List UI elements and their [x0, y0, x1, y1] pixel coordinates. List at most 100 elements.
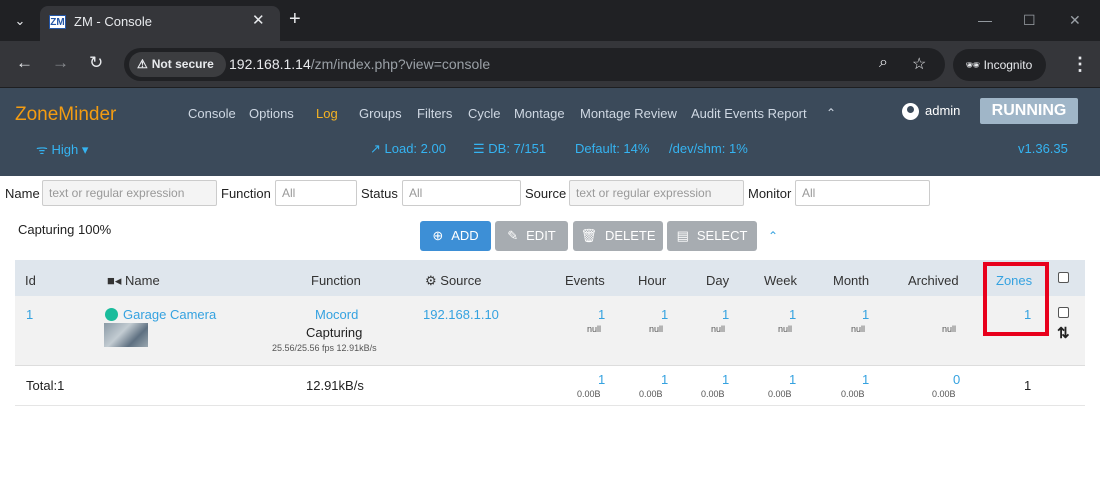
col-name[interactable]: ■◂ Name — [107, 273, 160, 289]
url-text[interactable]: 192.168.1.14/zm/index.php?view=console — [229, 56, 490, 72]
version-link[interactable]: v1.36.35 — [1018, 141, 1068, 156]
monitor-function[interactable]: Mocord — [315, 307, 358, 322]
zm-logo[interactable]: ZoneMinder — [15, 104, 116, 126]
hour-size: null — [649, 324, 664, 334]
zones-highlight-box — [983, 262, 1049, 336]
incognito-label: Incognito — [983, 58, 1033, 72]
total-day-count[interactable]: 1 — [722, 372, 729, 387]
menu-cycle[interactable]: Cycle — [468, 106, 501, 121]
menu-groups[interactable]: Groups — [359, 106, 402, 121]
collapse-menu-chevron-icon[interactable]: ⌃ — [826, 106, 836, 120]
minimize-icon[interactable]: — — [978, 11, 992, 29]
monitor-thumbnail[interactable] — [104, 323, 148, 347]
user-menu[interactable]: admin — [902, 103, 960, 121]
col-hour[interactable]: Hour — [638, 273, 666, 288]
col-week[interactable]: Week — [764, 273, 797, 288]
window-close-icon[interactable]: ✕ — [1069, 11, 1081, 29]
not-secure-label: Not secure — [151, 57, 214, 71]
menu-montage[interactable]: Montage — [514, 106, 565, 121]
source-filter-input[interactable]: text or regular expression — [569, 180, 744, 206]
db-value: DB: 7/151 — [488, 141, 547, 156]
monitor-id[interactable]: 1 — [26, 307, 33, 322]
reorder-arrows-icon[interactable]: ⇅ — [1057, 324, 1070, 342]
bookmark-star-icon[interactable]: ☆ — [912, 54, 926, 74]
browser-tab-bar: ⌄ ZM ZM - Console ✕ + — ☐ ✕ — [0, 0, 1100, 41]
new-tab-plus-icon[interactable]: + — [289, 8, 301, 30]
tab-close-icon[interactable]: ✕ — [252, 11, 265, 29]
total-archived-count[interactable]: 0 — [953, 372, 960, 387]
edit-button[interactable]: ✎ EDIT — [495, 221, 568, 251]
total-label: Total:1 — [26, 378, 65, 393]
total-month-count[interactable]: 1 — [862, 372, 869, 387]
monitor-table-header: Id ■◂ Name Function ⚙ Source Events Hour… — [15, 260, 1085, 296]
maximize-icon[interactable]: ☐ — [1023, 11, 1036, 29]
month-count[interactable]: 1 — [862, 307, 869, 322]
browser-menu-icon[interactable]: ⋮ — [1071, 54, 1089, 75]
reload-icon[interactable]: ↻ — [89, 52, 103, 74]
bandwidth-dropdown[interactable]: ᯤ High ▾ — [36, 140, 88, 158]
select-button[interactable]: ▤ SELECT — [667, 221, 757, 251]
select-all-checkbox[interactable] — [1058, 272, 1069, 283]
menu-filters[interactable]: Filters — [417, 106, 452, 121]
trend-icon: ↗ — [370, 141, 385, 156]
total-hour-count[interactable]: 1 — [661, 372, 668, 387]
function-filter-select[interactable]: All — [275, 180, 357, 206]
edit-label: EDIT — [526, 228, 556, 243]
col-month[interactable]: Month — [833, 273, 869, 288]
monitor-status: Capturing — [306, 325, 363, 340]
delete-button[interactable]: 🗑 DELETE — [573, 221, 663, 251]
bandwidth-value: High — [51, 142, 79, 157]
week-size: null — [778, 324, 793, 334]
load-value: Load: 2.00 — [384, 141, 446, 156]
row-checkbox[interactable] — [1058, 307, 1069, 318]
address-bar[interactable]: ⚠ Not secure 192.168.1.14/zm/index.php?vi… — [124, 48, 945, 81]
user-avatar-icon — [902, 103, 919, 121]
total-hour-size: 0.00B — [639, 389, 663, 399]
menu-montage-review[interactable]: Montage Review — [580, 106, 677, 121]
total-bandwidth: 12.91kB/s — [306, 378, 364, 393]
col-id[interactable]: Id — [25, 273, 36, 288]
back-arrow-icon[interactable]: ← — [16, 52, 33, 74]
status-filter-select[interactable]: All — [402, 180, 521, 206]
monitor-filter-select[interactable]: All — [795, 180, 930, 206]
add-button[interactable]: ⊕ ADD — [420, 221, 491, 251]
tab-search-chevron-icon[interactable]: ⌄ — [8, 9, 32, 33]
menu-console[interactable]: Console — [188, 106, 236, 121]
col-day[interactable]: Day — [706, 273, 729, 288]
col-archived[interactable]: Archived — [908, 273, 959, 288]
forward-arrow-icon[interactable]: → — [52, 52, 69, 74]
hour-count[interactable]: 1 — [661, 307, 668, 322]
menu-log[interactable]: Log — [316, 106, 338, 121]
total-week-count[interactable]: 1 — [789, 372, 796, 387]
col-source[interactable]: ⚙ Source — [425, 273, 481, 289]
monitor-name[interactable]: Garage Camera — [105, 307, 216, 322]
run-state-button[interactable]: RUNNING — [980, 98, 1078, 124]
shm-stat: /dev/shm: 1% — [669, 141, 748, 156]
col-function[interactable]: Function — [311, 273, 361, 288]
events-count[interactable]: 1 — [598, 307, 605, 322]
day-count[interactable]: 1 — [722, 307, 729, 322]
menu-audit-events-report[interactable]: Audit Events Report — [691, 106, 807, 121]
wifi-icon: ᯤ — [36, 142, 52, 157]
events-size: null — [587, 324, 602, 334]
select-label: SELECT — [696, 228, 748, 243]
url-path: /zm/index.php?view=console — [310, 56, 491, 72]
col-events[interactable]: Events — [565, 273, 605, 288]
total-zones: 1 — [1024, 378, 1032, 393]
browser-tab[interactable]: ZM ZM - Console ✕ — [40, 6, 280, 41]
incognito-chip[interactable]: 🕶 Incognito — [953, 49, 1047, 81]
menu-options[interactable]: Options — [249, 106, 294, 121]
total-events-count[interactable]: 1 — [598, 372, 605, 387]
function-filter-label: Function — [221, 186, 271, 201]
week-count[interactable]: 1 — [789, 307, 796, 322]
plus-circle-icon: ⊕ — [432, 228, 444, 243]
zoom-magnifier-icon[interactable]: ⌕ — [879, 54, 888, 72]
video-camera-icon: ■◂ — [107, 273, 125, 288]
status-filter-label: Status — [361, 186, 398, 201]
name-filter-input[interactable]: text or regular expression — [42, 180, 217, 206]
collapse-chevron-icon[interactable]: ⌃ — [768, 229, 778, 243]
monitor-source[interactable]: 192.168.1.10 — [423, 307, 499, 322]
browser-toolbar: ← → ↻ ⚠ Not secure 192.168.1.14/zm/index.… — [0, 41, 1100, 88]
security-chip[interactable]: ⚠ Not secure — [129, 52, 226, 77]
capturing-status: Capturing 100% — [18, 222, 112, 237]
